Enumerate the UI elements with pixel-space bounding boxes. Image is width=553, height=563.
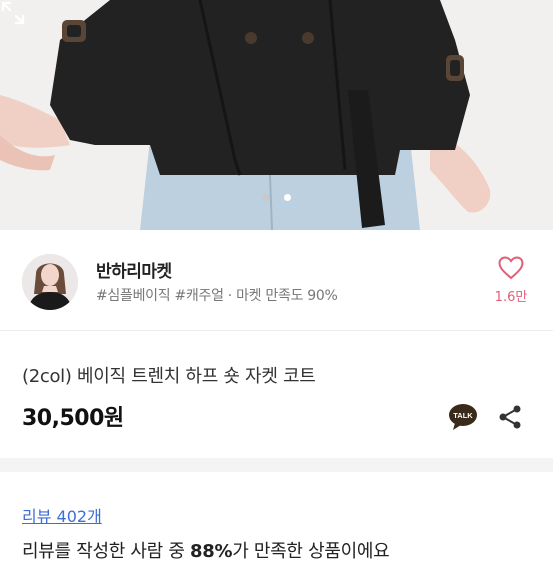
product-image[interactable] <box>0 0 553 230</box>
review-summary: 리뷰를 작성한 사람 중 88%가 만족한 상품이에요 <box>22 537 390 563</box>
review-count-link[interactable]: 리뷰 402개 <box>22 503 102 527</box>
carousel-dot-2[interactable] <box>284 194 291 201</box>
product-price: 30,500원 <box>22 406 124 431</box>
review-summary-suffix: 가 만족한 상품이에요 <box>232 541 390 562</box>
review-satisfaction-rate: 88% <box>190 541 233 562</box>
like-count: 1.6만 <box>494 290 528 305</box>
shop-avatar[interactable] <box>22 254 78 310</box>
shop-tags: #심플베이직 #캐주얼 · 마켓 만족도 90% <box>96 288 338 304</box>
share-icon[interactable] <box>497 404 523 430</box>
expand-icon[interactable] <box>0 0 26 26</box>
kakao-talk-button[interactable]: TALK <box>448 402 478 432</box>
shop-name[interactable]: 반하리마켓 <box>96 257 172 282</box>
heart-icon <box>498 256 524 280</box>
like-button[interactable]: 1.6만 <box>487 256 535 305</box>
review-summary-prefix: 리뷰를 작성한 사람 중 <box>22 541 191 562</box>
section-divider <box>0 458 553 472</box>
product-photo-illustration <box>0 0 553 230</box>
shop-avatar-image <box>22 254 78 310</box>
talk-label: TALK <box>453 411 473 420</box>
shop-info[interactable]: 반하리마켓 #심플베이직 #캐주얼 · 마켓 만족도 90% 1.6만 <box>0 230 553 331</box>
product-title: (2col) 베이직 트렌치 하프 숏 자켓 코트 <box>22 366 316 387</box>
carousel-dot-1[interactable] <box>262 194 269 201</box>
